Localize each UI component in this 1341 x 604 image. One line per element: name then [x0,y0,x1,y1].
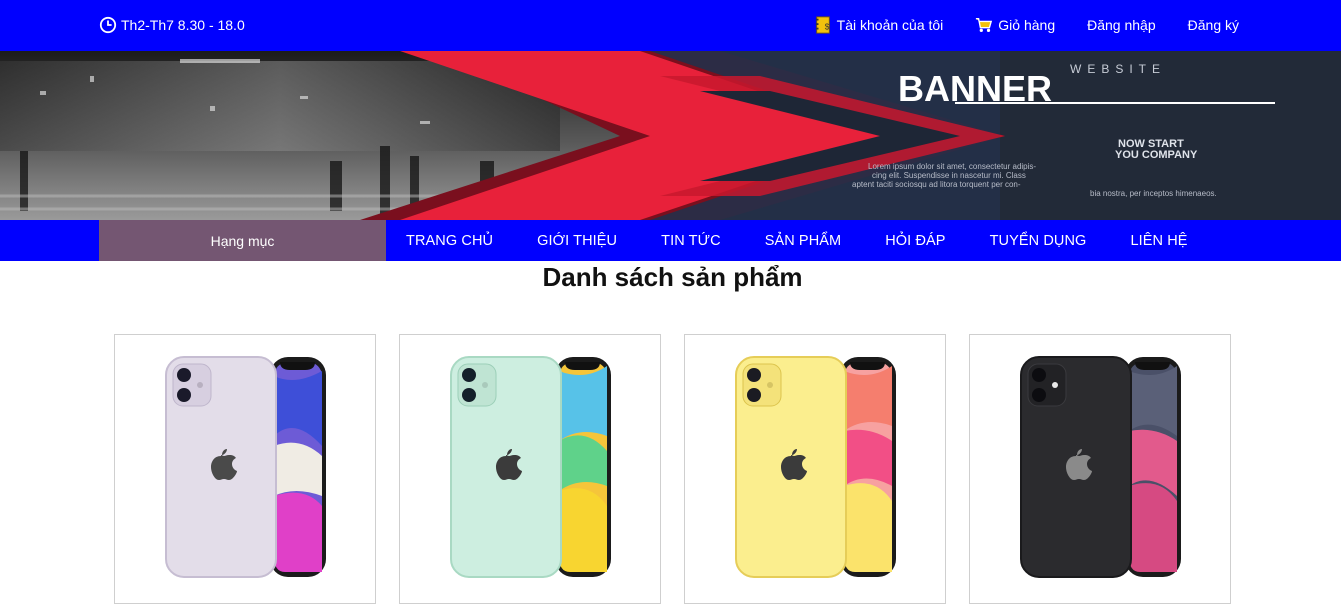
register-link[interactable]: Đăng ký [1188,17,1239,33]
my-account-link[interactable]: $ Tài khoản của tôi [814,16,944,34]
nav-contact[interactable]: LIÊN HỆ [1130,233,1187,249]
opening-hours: Th2-Th7 8.30 - 18.0 [99,16,245,34]
product-card[interactable] [969,334,1231,604]
banner-tagline-2: YOU COMPANY [1115,149,1198,161]
top-bar: Th2-Th7 8.30 - 18.0 $ Tài khoản của tôi … [0,0,1341,51]
product-image[interactable] [1020,356,1182,580]
product-card[interactable] [684,334,946,604]
main-nav: Hạng mục TRANG CHỦ GIỚI THIỆU TIN TỨC SẢ… [0,220,1341,261]
banner-body-1: Lorem ipsum dolor sit amet, consectetur … [868,162,1036,171]
nav-products[interactable]: SẢN PHẨM [765,233,842,249]
banner-body-4: bia nostra, per inceptos himenaeos. [1090,189,1217,198]
banner-small-title: WEBSITE [1070,62,1166,76]
product-card[interactable] [399,334,661,604]
opening-hours-text: Th2-Th7 8.30 - 18.0 [121,17,245,33]
my-account-label: Tài khoản của tôi [836,17,944,33]
nav-faq[interactable]: HỎI ĐÁP [885,233,945,249]
cart-icon [976,18,993,33]
nav-home[interactable]: TRANG CHỦ [406,233,493,249]
cart-label: Giỏ hàng [998,17,1056,33]
clock-icon [99,16,117,34]
product-image[interactable] [735,356,897,580]
banner-body-3: aptent taciti sociosqu ad litora torquen… [852,180,1021,189]
notebook-icon: $ [815,16,829,34]
main-menu: TRANG CHỦ GIỚI THIỆU TIN TỨC SẢN PHẨM HỎ… [406,220,1232,261]
cart-link[interactable]: Giỏ hàng [975,16,1055,34]
nav-careers[interactable]: TUYỂN DỤNG [990,233,1087,249]
product-image[interactable] [450,356,612,580]
banner-body-2: cing elit. Suspendisse in nascetur mi. C… [872,171,1026,180]
svg-text:$: $ [824,23,829,32]
category-menu[interactable]: Hạng mục [99,220,386,261]
nav-about[interactable]: GIỚI THIỆU [537,233,617,249]
banner-image: WEBSITE BANNER NOW START YOU COMPANY Lor… [0,51,1341,220]
nav-news[interactable]: TIN TỨC [661,233,721,249]
product-card[interactable] [114,334,376,604]
product-image[interactable] [165,356,327,580]
hero-banner: WEBSITE BANNER NOW START YOU COMPANY Lor… [0,51,1341,220]
top-nav: $ Tài khoản của tôi Giỏ hàng Đăng nhập Đ… [814,16,1239,34]
login-link[interactable]: Đăng nhập [1087,17,1156,33]
page-title: Danh sách sản phẩm [542,262,803,292]
